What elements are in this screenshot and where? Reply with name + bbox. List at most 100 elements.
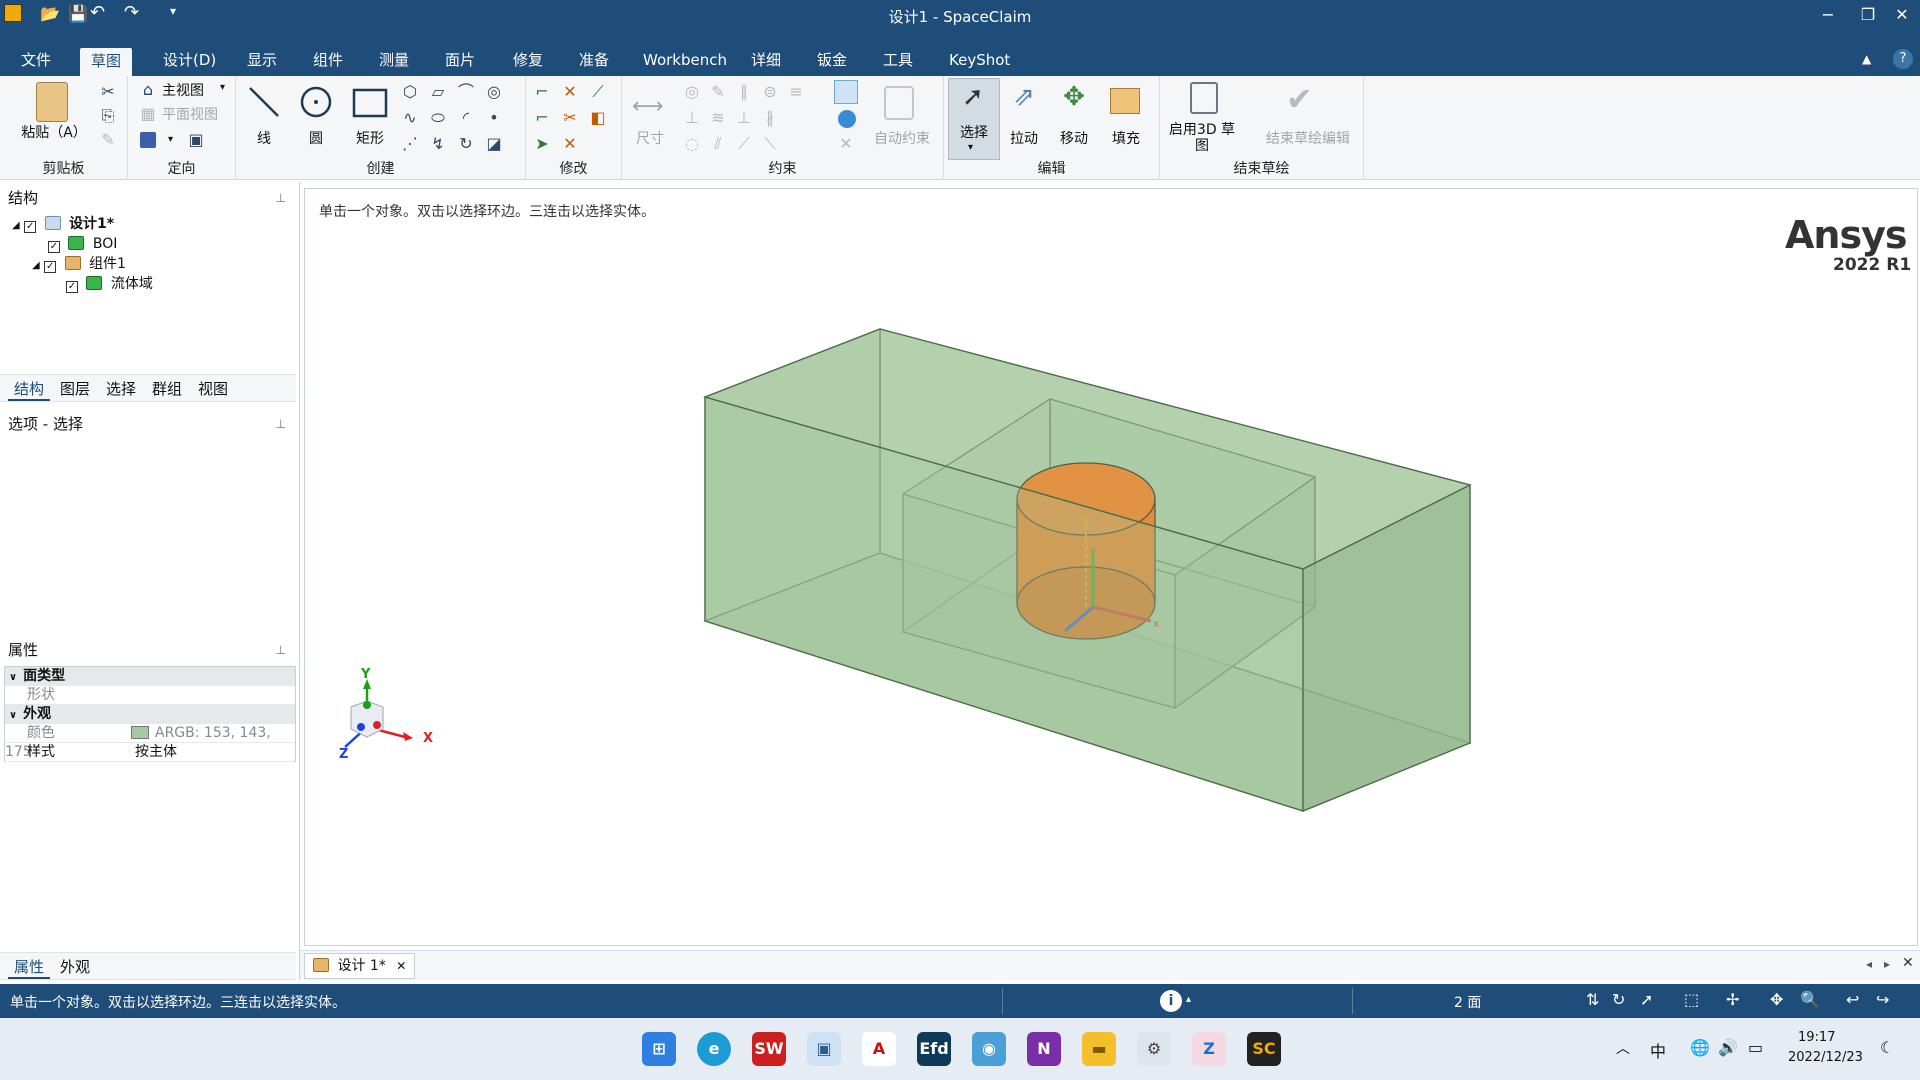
arc-icon[interactable]: ⌒ <box>456 82 476 102</box>
expand-icon[interactable]: ◢ <box>32 260 40 271</box>
camera-icon[interactable]: ▣ <box>186 130 206 150</box>
clock-date[interactable]: 2022/12/23 <box>1788 1050 1863 1065</box>
fillet-icon[interactable]: ⌐ <box>532 82 552 102</box>
close-all-tabs-icon[interactable]: ✕ <box>1902 955 1914 971</box>
orbit-icon[interactable]: ✢ <box>1726 990 1739 1009</box>
menu-repair[interactable]: 修复 <box>502 47 554 73</box>
minimize-button[interactable]: − <box>1808 0 1848 32</box>
menu-sketch[interactable]: 草图 <box>80 48 133 76</box>
chevron-down-icon[interactable]: ▾ <box>220 82 225 93</box>
document-tab[interactable]: 设计 1* ✕ <box>304 953 416 979</box>
tree-node-boi[interactable]: ✓ BOI <box>48 234 117 254</box>
clock-time[interactable]: 19:17 <box>1798 1030 1835 1045</box>
close-button[interactable]: ✕ <box>1882 0 1920 32</box>
close-tab-icon[interactable]: ✕ <box>396 959 406 973</box>
tab-scroll-right-icon[interactable]: ▸ <box>1884 957 1890 971</box>
view-cube-icon[interactable] <box>140 132 156 148</box>
circle-button[interactable]: 圆 <box>300 128 332 148</box>
visibility-icon[interactable] <box>838 110 856 128</box>
construction-line-icon[interactable]: ⋰ <box>400 134 420 154</box>
notification-icon[interactable]: ☾ <box>1880 1038 1894 1057</box>
chevron-down-icon[interactable]: ▾ <box>968 142 973 153</box>
volume-icon[interactable]: 🔊 <box>1718 1038 1738 1057</box>
polygon-icon[interactable]: ⬡ <box>400 82 420 102</box>
edge-icon[interactable]: e <box>697 1032 731 1066</box>
tab-views[interactable]: 视图 <box>192 379 234 401</box>
prop-row-color[interactable]: 颜色 ARGB: 153, 143, 175 <box>5 724 295 760</box>
point-icon[interactable]: • <box>484 108 504 128</box>
spaceclaim-icon[interactable]: SC <box>1247 1032 1281 1066</box>
pan-icon[interactable]: ✥ <box>1770 990 1783 1009</box>
auto-constraint-button[interactable]: 自动约束 <box>868 128 936 148</box>
tree-node-fluid-domain[interactable]: ✓ 流体域 <box>66 274 153 294</box>
home-view-button[interactable]: 主视图 <box>162 80 204 100</box>
menu-workbench[interactable]: Workbench <box>632 47 738 73</box>
rotate-icon[interactable]: ↻ <box>1612 990 1625 1009</box>
rectangle-button[interactable]: 矩形 <box>352 128 388 148</box>
sweep-arc-icon[interactable]: ◜ <box>456 108 476 128</box>
three-point-arc-icon[interactable]: ↻ <box>456 134 476 154</box>
solidworks-icon[interactable]: SW <box>752 1032 786 1066</box>
menu-facets[interactable]: 面片 <box>434 47 486 73</box>
visibility-checkbox[interactable]: ✓ <box>24 221 37 233</box>
enable-3d-sketch-button[interactable]: 启用3D 草图 <box>1164 122 1240 154</box>
window-icon[interactable]: ▣ <box>807 1032 841 1066</box>
file-explorer-icon[interactable]: ▬ <box>1082 1032 1116 1066</box>
menu-prepare[interactable]: 准备 <box>568 47 620 73</box>
line-button[interactable]: 线 <box>248 128 280 148</box>
show-constraint-icon[interactable] <box>834 80 858 104</box>
3d-viewport[interactable]: 单击一个对象。双击以选择环边。三连击以选择实体。 Ansys 2022 R1 x <box>304 188 1918 946</box>
pin-icon[interactable]: ⊥ <box>276 638 286 662</box>
app-icon[interactable]: ◉ <box>972 1032 1006 1066</box>
menu-detail[interactable]: 详细 <box>740 47 792 73</box>
zoom-app-icon[interactable]: Z <box>1192 1032 1226 1066</box>
spin-icon[interactable]: ⇅ <box>1586 990 1599 1009</box>
tab-properties[interactable]: 属性 <box>8 957 51 979</box>
visibility-checkbox[interactable]: ✓ <box>66 281 78 293</box>
collapse-ribbon-icon[interactable]: ▲ <box>1862 52 1871 66</box>
view-back-icon[interactable]: ↩ <box>1846 990 1859 1009</box>
efd-icon[interactable]: Efd <box>917 1032 951 1066</box>
chevron-up-icon[interactable]: ▴ <box>1186 994 1191 1005</box>
concentric-icon[interactable]: ◌ <box>682 134 702 154</box>
tab-appearance[interactable]: 外观 <box>54 957 96 979</box>
offset-icon[interactable]: ⟋ <box>588 82 608 102</box>
collapse-icon[interactable]: ∨ <box>9 710 17 721</box>
tab-structure[interactable]: 结构 <box>8 379 51 401</box>
three-point-rect-icon[interactable]: ▱ <box>428 82 448 102</box>
prop-group-appearance[interactable]: ∨ 外观 <box>5 705 295 724</box>
tree-node-component1[interactable]: ◢ ✓ 组件1 <box>32 254 126 274</box>
copy-icon[interactable]: ⎘ <box>98 106 118 126</box>
visibility-checkbox[interactable]: ✓ <box>44 261 57 273</box>
tangent-icon[interactable]: ⊥ <box>734 108 754 128</box>
plan-view-button[interactable]: 平面视图 <box>162 104 218 124</box>
dimension-button[interactable]: 尺寸 <box>632 128 668 148</box>
menu-keyshot[interactable]: KeyShot <box>938 47 1021 73</box>
project-icon[interactable]: ◧ <box>588 108 608 128</box>
extend-icon[interactable]: ➤ <box>532 134 552 154</box>
onenote-icon[interactable]: N <box>1027 1032 1061 1066</box>
parallel-icon[interactable]: ∥ <box>734 82 754 102</box>
corner-icon[interactable]: ⌐ <box>532 108 552 128</box>
help-icon[interactable]: ? <box>1893 49 1913 69</box>
menu-assembly[interactable]: 组件 <box>302 47 354 73</box>
perpendicular-icon[interactable]: ≋ <box>708 108 728 128</box>
pin-icon[interactable]: ⊥ <box>276 186 286 210</box>
tree-node-design[interactable]: ◢ ✓ 设计1* <box>12 214 114 234</box>
trim-icon[interactable]: ✕ <box>560 82 580 102</box>
expand-icon[interactable]: ◢ <box>12 220 20 231</box>
tray-chevron-icon[interactable]: ︿ <box>1616 1038 1630 1058</box>
menu-file[interactable]: 文件 <box>10 47 62 73</box>
prop-row-shape[interactable]: 形状 <box>5 686 295 705</box>
prop-row-style[interactable]: 样式 按主体 <box>5 743 295 762</box>
ellipse-icon[interactable]: ⬭ <box>428 108 448 128</box>
delete-constraint-icon[interactable]: ✕ <box>836 134 856 154</box>
tangent-circle-icon[interactable]: ◎ <box>484 82 504 102</box>
menu-tools[interactable]: 工具 <box>872 47 924 73</box>
tab-groups[interactable]: 群组 <box>146 379 188 401</box>
visibility-checkbox[interactable]: ✓ <box>48 241 60 253</box>
symmetric-icon[interactable]: ⫽ <box>708 134 728 154</box>
prop-group-face-type[interactable]: ∨ 面类型 <box>5 667 295 686</box>
select-cursor-icon[interactable]: ➚ <box>1640 990 1653 1009</box>
format-painter-icon[interactable]: ✎ <box>98 130 118 150</box>
